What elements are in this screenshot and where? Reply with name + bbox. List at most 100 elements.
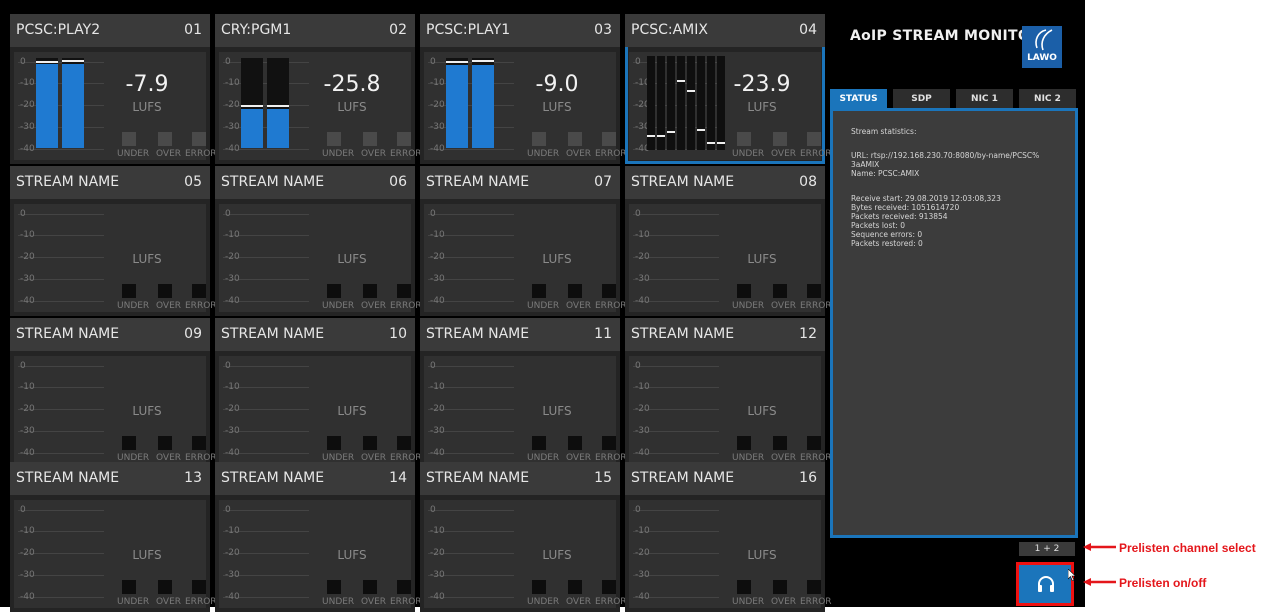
tile-number: 14 xyxy=(389,470,407,486)
level-meter-channel xyxy=(62,58,84,148)
scale-label: -30 xyxy=(635,570,650,580)
level-scale: 0 -10 -20 -30 -40 xyxy=(633,500,723,608)
tile-stream-name: STREAM NAME xyxy=(631,174,735,190)
stream-tile[interactable]: STREAM NAME 11 0 -10 -20 -30 -40 LUFS UNDER OVER E… xyxy=(420,318,627,468)
stream-tile[interactable]: STREAM NAME 09 0 -10 -20 -30 -40 LUFS UNDER OVER E… xyxy=(10,318,217,468)
stream-tile[interactable]: STREAM NAME 15 0 -10 -20 -30 -40 LUFS UNDER OVER E… xyxy=(420,462,627,612)
indicator-under-light xyxy=(532,132,546,146)
stream-tile[interactable]: STREAM NAME 08 0 -10 -20 -30 -40 LUFS UNDER OVER E… xyxy=(625,166,832,316)
scale-label: -30 xyxy=(20,570,35,580)
meter-fill xyxy=(472,65,494,148)
stream-tile[interactable]: STREAM NAME 12 0 -10 -20 -30 -40 LUFS UNDER OVER E… xyxy=(625,318,832,468)
stream-tile[interactable]: STREAM NAME 13 0 -10 -20 -30 -40 LUFS UNDER OVER E… xyxy=(10,462,217,612)
loudness-unit: LUFS xyxy=(747,100,777,114)
scale-label: -20 xyxy=(20,100,35,110)
scale-label: -40 xyxy=(225,448,240,458)
level-meter-channel xyxy=(677,56,685,150)
meter-fill xyxy=(36,64,58,148)
tile-stream-name: PCSC:PLAY2 xyxy=(16,22,101,38)
indicator-over-light xyxy=(363,284,377,298)
stats-bytes-received: Bytes received: 1051614720 xyxy=(851,203,960,212)
indicator-label: UNDER xyxy=(322,301,355,311)
prelisten-arrow-icon xyxy=(1083,578,1116,586)
loudness-unit: LUFS xyxy=(542,404,572,418)
tile-header: STREAM NAME 08 xyxy=(625,166,825,199)
level-scale: 0 -10 -20 -30 -40 xyxy=(428,204,518,312)
indicator-label: OVER xyxy=(156,597,182,607)
level-meter-channel xyxy=(667,56,675,150)
tab-sdp[interactable]: SDP xyxy=(893,89,950,109)
level-scale: 0 -10 -20 -30 -40 xyxy=(223,356,313,464)
tile-number: 16 xyxy=(799,470,817,486)
peak-hold xyxy=(647,134,655,137)
tab-status[interactable]: STATUS xyxy=(830,89,887,109)
indicator-label: OVER xyxy=(771,149,797,159)
peak-hold xyxy=(657,134,665,137)
scale-label: -40 xyxy=(20,296,35,306)
peak-hold xyxy=(687,89,695,92)
indicator-over-light xyxy=(773,436,787,450)
stream-tile[interactable]: STREAM NAME 05 0 -10 -20 -30 -40 LUFS UNDER OVER E… xyxy=(10,166,217,316)
tab-nic-2[interactable]: NIC 2 xyxy=(1019,89,1076,109)
tile-stream-name: STREAM NAME xyxy=(16,174,120,190)
indicator-over-light xyxy=(568,132,582,146)
indicator-over-light xyxy=(773,580,787,594)
level-scale: 0 -10 -20 -30 -40 xyxy=(18,356,108,464)
stream-tile[interactable]: STREAM NAME 14 0 -10 -20 -30 -40 LUFS UNDER OVER E… xyxy=(215,462,422,612)
indicator-label: UNDER xyxy=(527,597,560,607)
indicator-error-light xyxy=(602,132,616,146)
stream-tile[interactable]: CRY:PGM1 02 0 -10 -20 -30 -40 -25.8 LUFS UNDER OVE… xyxy=(215,14,422,164)
scale-label: -30 xyxy=(20,426,35,436)
scale-label: -40 xyxy=(430,144,445,154)
tab-nic-1[interactable]: NIC 1 xyxy=(956,89,1013,109)
stream-tile[interactable]: STREAM NAME 06 0 -10 -20 -30 -40 LUFS UNDER OVER E… xyxy=(215,166,422,316)
indicator-error-light xyxy=(397,284,411,298)
tile-number: 11 xyxy=(594,326,612,342)
indicator-label: OVER xyxy=(771,597,797,607)
prelisten-channel-select[interactable]: 1 + 2 xyxy=(1019,542,1075,556)
loudness-unit: LUFS xyxy=(747,548,777,562)
stats-heading: Stream statistics: xyxy=(851,127,917,136)
stream-tile[interactable]: PCSC:AMIX 04 0 -10 -20 -30 -40 -23.9 LUFS UNDER OV… xyxy=(625,14,832,164)
tile-number: 01 xyxy=(184,22,202,38)
stream-tile[interactable]: PCSC:PLAY1 03 0 -10 -20 -30 -40 -9.0 LUFS UNDER OV… xyxy=(420,14,627,164)
peak-hold xyxy=(707,142,715,145)
indicator-label: UNDER xyxy=(527,301,560,311)
stream-tile[interactable]: PCSC:PLAY2 01 0 -10 -20 -30 -40 -7.9 LUFS UNDER OV… xyxy=(10,14,217,164)
tile-stream-name: STREAM NAME xyxy=(16,470,120,486)
tile-stream-name: STREAM NAME xyxy=(631,470,735,486)
scale-label: -30 xyxy=(430,122,445,132)
tile-meter-area: 0 -10 -20 -30 -40 LUFS UNDER OVER ERROR xyxy=(424,500,627,608)
scale-label: 0 xyxy=(635,361,641,371)
scale-tick xyxy=(18,62,104,63)
tile-stream-name: STREAM NAME xyxy=(426,174,530,190)
stats-sequence-errors: Sequence errors: 0 xyxy=(851,230,923,239)
indicator-under-light xyxy=(327,436,341,450)
indicator-label: OVER xyxy=(361,301,387,311)
indicator-under-light xyxy=(737,132,751,146)
scale-label: -10 xyxy=(20,526,35,536)
indicator-label: UNDER xyxy=(117,149,150,159)
peak-hold xyxy=(241,104,263,107)
scale-label: -30 xyxy=(430,426,445,436)
loudness-unit: LUFS xyxy=(542,548,572,562)
level-scale: 0 -10 -20 -30 -40 xyxy=(633,356,723,464)
meter-fill xyxy=(241,109,263,148)
annotation-prelisten-on-off: Prelisten on/off xyxy=(1119,576,1207,590)
scale-label: -40 xyxy=(20,144,35,154)
loudness-unit: LUFS xyxy=(337,548,367,562)
peak-hold xyxy=(446,61,468,64)
loudness-unit: LUFS xyxy=(132,404,162,418)
level-meter-channel xyxy=(647,56,655,150)
tile-meter-area: 0 -10 -20 -30 -40 -9.0 LUFS UNDER OVER ERROR xyxy=(424,52,627,160)
stream-tile[interactable]: STREAM NAME 10 0 -10 -20 -30 -40 LUFS UNDER OVER E… xyxy=(215,318,422,468)
scale-tick xyxy=(633,366,719,367)
stats-packets-restored: Packets restored: 0 xyxy=(851,239,923,248)
prelisten-button[interactable] xyxy=(1016,562,1074,606)
stream-tile[interactable]: STREAM NAME 16 0 -10 -20 -30 -40 LUFS UNDER OVER E… xyxy=(625,462,832,612)
scale-label: -30 xyxy=(225,570,240,580)
meter-fill xyxy=(446,65,468,148)
stream-tile[interactable]: STREAM NAME 07 0 -10 -20 -30 -40 LUFS UNDER OVER E… xyxy=(420,166,627,316)
channel-select-arrow-icon xyxy=(1083,543,1116,551)
scale-label: -30 xyxy=(20,122,35,132)
